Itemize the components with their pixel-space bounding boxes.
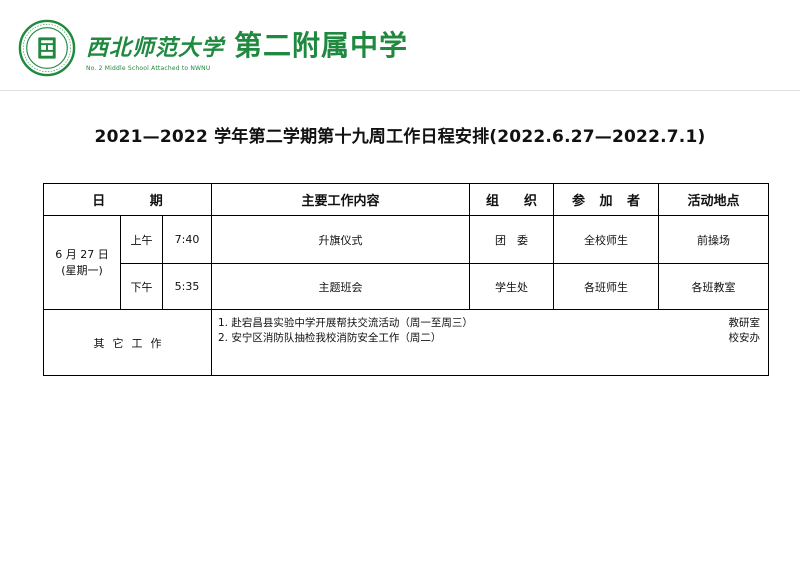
location-cell: 各班教室 [658, 263, 769, 310]
participants-cell: 全校师生 [553, 215, 659, 264]
school-seal-icon [18, 19, 76, 77]
university-calligraphy: 西北师范大学 [86, 35, 225, 61]
other-work-list: 1. 赴宕昌县实验中学开展帮扶交流活动（周一至周三） 教研室 2. 安宁区消防队抽… [211, 309, 769, 376]
page-title: 2021—2022 学年第二学期第十九周工作日程安排(2022.6.27—202… [94, 127, 706, 147]
day-date: 6 月 27 日 [55, 247, 109, 261]
organizer-cell: 团 委 [469, 215, 554, 264]
header-divider [0, 90, 800, 91]
school-brand: 西北师范大学 第二附属中学 No. 2 Middle School Attach… [86, 24, 408, 72]
header-content: 主要工作内容 [211, 183, 470, 216]
period-cell: 下午 [120, 263, 163, 310]
time-cell: 7:40 [162, 215, 212, 264]
organizer-cell: 学生处 [469, 263, 554, 310]
content-cell: 升旗仪式 [211, 215, 470, 264]
period-cell: 上午 [120, 215, 163, 264]
location-cell: 前操场 [658, 215, 769, 264]
school-header: 西北师范大学 第二附属中学 No. 2 Middle School Attach… [18, 18, 408, 78]
header-participants: 参加者 [553, 183, 659, 216]
header-date: 日期 [43, 183, 212, 216]
header-organizer: 组织 [469, 183, 554, 216]
other-work-row: 其它工作 1. 赴宕昌县实验中学开展帮扶交流活动（周一至周三） 教研室 2. 安宁… [43, 309, 769, 376]
table-row: 下午 5:35 主题班会 学生处 各班师生 各班教室 [44, 263, 769, 310]
participants-cell: 各班师生 [553, 263, 659, 310]
school-subtitle: No. 2 Middle School Attached to NWNU [86, 65, 211, 72]
list-item: 1. 赴宕昌县实验中学开展帮扶交流活动（周一至周三） 教研室 [218, 317, 760, 329]
time-cell: 5:35 [162, 263, 212, 310]
schedule-table: 日期 主要工作内容 组织 参加者 活动地点 6 月 27 日 (星期一) 上午 … [43, 183, 769, 376]
table-header-row: 日期 主要工作内容 组织 参加者 活动地点 [43, 183, 769, 216]
other-work-label: 其它工作 [43, 309, 212, 376]
list-item: 2. 安宁区消防队抽检我校消防安全工作（周二） 校安办 [218, 332, 760, 344]
content-cell: 主题班会 [211, 263, 470, 310]
header-location: 活动地点 [658, 183, 769, 216]
day-cell: 6 月 27 日 (星期一) [43, 215, 121, 310]
day-weekday: (星期一) [61, 263, 103, 277]
table-row: 6 月 27 日 (星期一) 上午 7:40 升旗仪式 团 委 全校师生 前操场 [43, 215, 769, 310]
school-name: 第二附属中学 [234, 29, 409, 62]
